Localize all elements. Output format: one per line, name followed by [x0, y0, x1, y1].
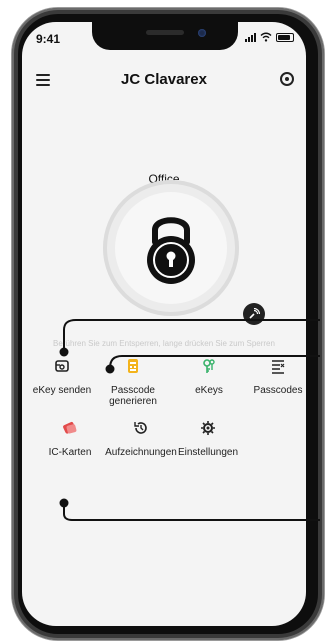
history-icon	[134, 422, 147, 434]
unlock-button[interactable]	[103, 180, 239, 316]
app-screen: 9:41 JC Clavarex Office	[22, 22, 306, 626]
ic-card-icon	[63, 422, 77, 434]
unlock-button-inner	[115, 192, 227, 304]
unlock-hint: Berühren Sie zum Entsperren, lange drück…	[53, 339, 275, 348]
wifi-icon	[260, 32, 272, 42]
app-title: JC Clavarex	[121, 71, 207, 88]
menu-item-label: eKeys	[195, 385, 223, 396]
status-icons	[245, 32, 294, 42]
ekeys-icon	[203, 359, 215, 373]
ekey-send-icon	[55, 360, 69, 372]
front-camera	[198, 29, 206, 37]
menu-item-ekey-send[interactable]: eKey senden	[26, 358, 98, 396]
menu-item-label: Aufzeichnungen	[105, 447, 177, 458]
signal-icon	[245, 32, 256, 42]
menu-item-label: Passcode generieren	[109, 385, 157, 407]
passcode-generate-icon	[128, 359, 138, 373]
gear-icon	[201, 421, 215, 435]
speaker	[146, 30, 184, 35]
remote-unlock-icon[interactable]	[243, 303, 265, 325]
app-header: JC Clavarex	[22, 62, 306, 98]
menu-item-settings[interactable]: Einstellungen	[172, 420, 244, 458]
menu-item-passcode-generate[interactable]: Passcode generieren	[97, 358, 169, 407]
menu-item-records[interactable]: Aufzeichnungen	[105, 420, 177, 458]
padlock-icon	[147, 217, 195, 284]
target-icon[interactable]	[280, 72, 294, 86]
menu-item-label: Einstellungen	[177, 447, 239, 458]
battery-icon	[276, 33, 294, 42]
status-time: 9:41	[36, 32, 61, 46]
menu-item-label: IC-Karten	[48, 447, 92, 458]
menu-item-label: Passcodes	[253, 385, 303, 396]
menu-item-passcodes[interactable]: Passcodes	[242, 358, 314, 396]
menu-item-ekeys[interactable]: eKeys	[173, 358, 245, 396]
notch	[92, 22, 238, 50]
menu-item-ic-cards[interactable]: IC-Karten	[34, 420, 106, 458]
passcodes-icon	[272, 360, 285, 374]
menu-item-label: eKey senden	[32, 385, 92, 396]
